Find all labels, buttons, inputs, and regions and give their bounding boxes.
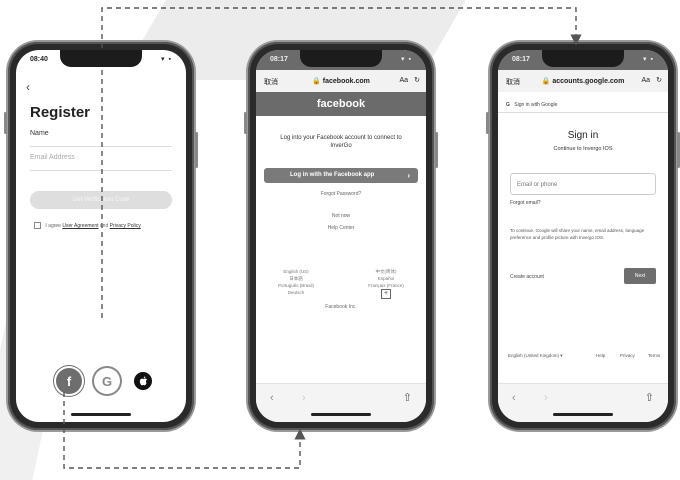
sign-in-with-label: Sign in with Google — [514, 102, 558, 108]
next-button[interactable]: Next — [624, 268, 656, 284]
language-link[interactable]: 日本語 — [266, 275, 326, 282]
side-button — [244, 112, 247, 134]
login-button-label: Log in with the Facebook app — [290, 172, 375, 178]
login-message: Log into your Facebook account to connec… — [280, 135, 402, 149]
language-link[interactable]: Français (France) — [356, 282, 416, 289]
agree-checkbox[interactable] — [34, 222, 41, 229]
home-indicator — [71, 413, 131, 416]
company-name: Facebook Inc. — [325, 304, 357, 310]
facebook-screen: 08:17 ▾ ▪ 取消 🔒 facebook.com Aa ↻ faceboo… — [256, 50, 426, 422]
status-icons: ▾ ▪ — [643, 56, 654, 63]
apple-login-button[interactable] — [134, 372, 152, 390]
language-link[interactable]: Español — [356, 275, 416, 282]
side-button — [4, 112, 7, 134]
chevron-right-icon: › — [407, 171, 410, 180]
share-icon[interactable]: ⇧ — [403, 391, 412, 404]
status-icons: ▾ ▪ — [401, 56, 412, 63]
back-icon[interactable]: ‹ — [270, 392, 274, 404]
status-time: 08:17 — [270, 56, 288, 63]
phone-google: 08:17 ▾ ▪ 取消 🔒 accounts.google.com Aa ↻ … — [486, 42, 680, 430]
language-list-left: English (US) 日本語 Português (Brasil) Deut… — [266, 268, 326, 296]
name-field[interactable]: Name — [30, 130, 172, 147]
phone-register: 08:40 ▾ ▪ ‹ Register Name Email Address … — [4, 42, 198, 430]
google-icon: G — [101, 373, 113, 389]
facebook-logo: facebook — [256, 92, 426, 116]
home-indicator — [553, 413, 613, 416]
facebook-icon: f — [66, 373, 72, 389]
not-now-link[interactable]: Not now — [256, 213, 426, 219]
language-link[interactable]: Deutsch — [266, 289, 326, 296]
google-login-button[interactable]: G — [94, 368, 120, 394]
sign-in-with-google-header: G Sign in with Google — [506, 102, 557, 108]
forgot-email-link[interactable]: Forgot email? — [510, 200, 541, 206]
page-title: Sign in — [567, 130, 599, 141]
share-info-text: To continue, Google will share your name… — [510, 228, 645, 240]
notch — [300, 50, 382, 67]
notch — [542, 50, 624, 67]
create-account-link[interactable]: Create account — [510, 274, 544, 280]
side-button — [486, 112, 489, 134]
browser-url-bar: 取消 🔒 accounts.google.com Aa ↻ — [498, 70, 668, 92]
side-button — [195, 132, 198, 168]
apple-icon — [139, 376, 147, 386]
help-link[interactable]: Help — [596, 353, 605, 358]
reload-icon[interactable]: ↻ — [414, 76, 420, 84]
status-time: 08:40 — [30, 56, 48, 63]
language-list-right: 中文(简体) Español Français (France) + — [356, 268, 416, 299]
back-icon[interactable]: ‹ — [26, 80, 30, 94]
agree-prefix: I agree — [45, 222, 61, 229]
browser-url-bar: 取消 🔒 facebook.com Aa ↻ — [256, 70, 426, 92]
more-languages-button[interactable]: + — [381, 289, 391, 299]
language-link[interactable]: English (US) — [266, 268, 326, 275]
text-size-button[interactable]: Aa — [641, 77, 650, 84]
email-input[interactable]: Email or phone — [510, 173, 656, 195]
browser-toolbar: ‹ › ⇧ — [498, 383, 668, 422]
language-link[interactable]: Português (Brasil) — [266, 282, 326, 289]
divider — [498, 112, 668, 113]
privacy-policy-link[interactable]: Privacy Policy — [110, 223, 141, 229]
google-screen: 08:17 ▾ ▪ 取消 🔒 accounts.google.com Aa ↻ … — [498, 50, 668, 422]
privacy-link[interactable]: Privacy — [620, 353, 635, 358]
language-selector[interactable]: English (United Kingdom) ▾ — [508, 353, 563, 359]
page-title: Register — [30, 104, 91, 121]
forgot-password-link[interactable]: Forgot Password? — [256, 191, 426, 197]
user-agreement-link[interactable]: User Agreement — [62, 223, 98, 229]
reload-icon[interactable]: ↻ — [656, 76, 662, 84]
status-time: 08:17 — [512, 56, 530, 63]
browser-toolbar: ‹ › ⇧ — [256, 383, 426, 422]
register-screen: 08:40 ▾ ▪ ‹ Register Name Email Address … — [16, 50, 186, 422]
get-code-button[interactable]: Get Verification Code — [30, 191, 172, 209]
agreement-row: I agree User Agreement and Privacy Polic… — [34, 222, 141, 229]
phone-facebook: 08:17 ▾ ▪ 取消 🔒 facebook.com Aa ↻ faceboo… — [244, 42, 438, 430]
facebook-login-button[interactable]: f — [56, 368, 82, 394]
page-subtitle: Continue to Invergo IOS — [553, 146, 613, 152]
text-size-button[interactable]: Aa — [399, 77, 408, 84]
forward-icon[interactable]: › — [544, 392, 548, 404]
language-link[interactable]: 中文(简体) — [356, 268, 416, 275]
email-field[interactable]: Email Address — [30, 154, 172, 171]
back-icon[interactable]: ‹ — [512, 392, 516, 404]
facebook-app-login-button[interactable]: Log in with the Facebook app › — [264, 168, 418, 183]
google-icon: G — [506, 102, 510, 108]
agree-and: and — [99, 222, 109, 229]
help-center-link[interactable]: Help Center — [256, 225, 426, 231]
share-icon[interactable]: ⇧ — [645, 391, 654, 404]
side-button — [435, 132, 438, 168]
home-indicator — [311, 413, 371, 416]
forward-icon[interactable]: › — [302, 392, 306, 404]
terms-link[interactable]: Terms — [648, 353, 660, 358]
status-icons: ▾ ▪ — [161, 56, 172, 63]
notch — [60, 50, 142, 67]
